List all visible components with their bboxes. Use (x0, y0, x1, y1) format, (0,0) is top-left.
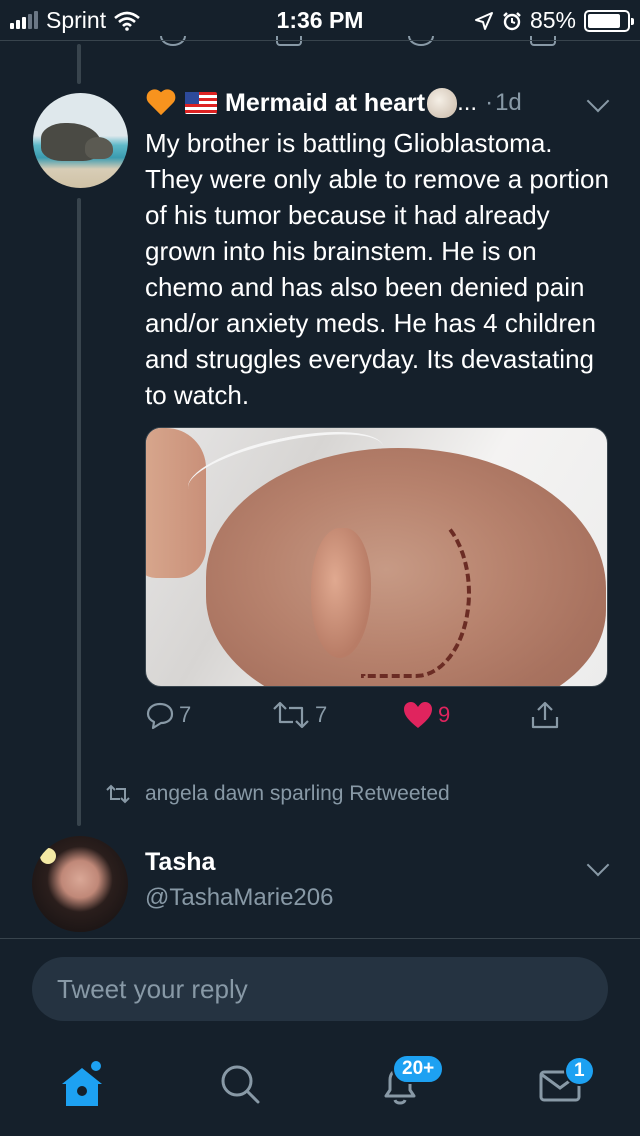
chevron-down-icon[interactable] (586, 89, 610, 113)
tab-messages[interactable]: 1 (536, 1056, 595, 1113)
reply-input[interactable]: Tweet your reply (32, 957, 608, 1021)
retweet-count: 7 (315, 702, 328, 727)
tweet-photo[interactable] (145, 427, 608, 687)
display-name[interactable]: Mermaid at heart (225, 89, 425, 118)
previous-reply-icon[interactable] (160, 36, 186, 46)
reply-placeholder: Tweet your reply (57, 973, 248, 1004)
bottom-tab-bar: 20+ 1 (0, 1040, 640, 1136)
share-button[interactable] (530, 700, 560, 730)
previous-tweet-actions (0, 36, 640, 48)
search-icon (221, 1065, 260, 1104)
thread-line-bottom (77, 198, 81, 826)
tab-search[interactable] (216, 1060, 264, 1113)
separator-dot: · (485, 89, 494, 116)
notifications-badge: 20+ (392, 1054, 445, 1084)
reply-count: 7 (179, 702, 192, 727)
location-arrow-icon (474, 11, 493, 30)
retweet-context-text: angela dawn sparling Retweeted (145, 782, 450, 805)
heart-icon (404, 702, 432, 728)
retweet-icon (273, 701, 309, 729)
like-count: 9 (438, 702, 451, 727)
reply-icon (146, 702, 174, 730)
orange-heart-emoji (145, 88, 177, 118)
share-icon (531, 701, 559, 729)
retweet-button[interactable]: 7 (271, 700, 327, 730)
battery-percent: 85% (529, 7, 576, 33)
tweet-timestamp[interactable]: 1d (495, 89, 522, 117)
messages-badge: 1 (564, 1056, 595, 1086)
retweet-icon (106, 784, 130, 804)
alarm-icon (503, 11, 521, 30)
thread-line-top (77, 44, 81, 84)
shell-emoji (427, 88, 458, 118)
like-button[interactable]: 9 (402, 700, 450, 730)
avatar[interactable] (33, 93, 128, 188)
tab-home[interactable] (58, 1059, 106, 1115)
tab-notifications[interactable]: 20+ (376, 1054, 445, 1113)
previous-share-icon[interactable] (530, 36, 556, 46)
divider (0, 938, 640, 939)
retweet-context[interactable]: angela dawn sparling Retweeted (105, 782, 450, 806)
avatar[interactable] (32, 836, 128, 932)
user-name[interactable]: Tasha (145, 848, 215, 877)
previous-retweet-icon[interactable] (276, 36, 302, 46)
divider (0, 40, 640, 41)
battery-icon (584, 9, 634, 32)
flower-icon (40, 848, 56, 864)
tweet-text: My brother is battling Glioblastoma. The… (145, 128, 609, 410)
us-flag-emoji (185, 92, 217, 114)
name-truncation: ... (457, 89, 478, 116)
reply-button[interactable]: 7 (145, 700, 191, 730)
tweet-header: Mermaid at heart ... · 1d (145, 88, 522, 118)
status-bar: Sprint 1:36 PM 85% (0, 0, 640, 40)
user-handle[interactable]: @TashaMarie206 (145, 884, 333, 912)
home-icon (62, 1059, 103, 1106)
tweet-actions: 7 7 9 (145, 700, 615, 740)
previous-like-icon[interactable] (408, 36, 434, 46)
chevron-down-icon[interactable] (586, 853, 610, 877)
